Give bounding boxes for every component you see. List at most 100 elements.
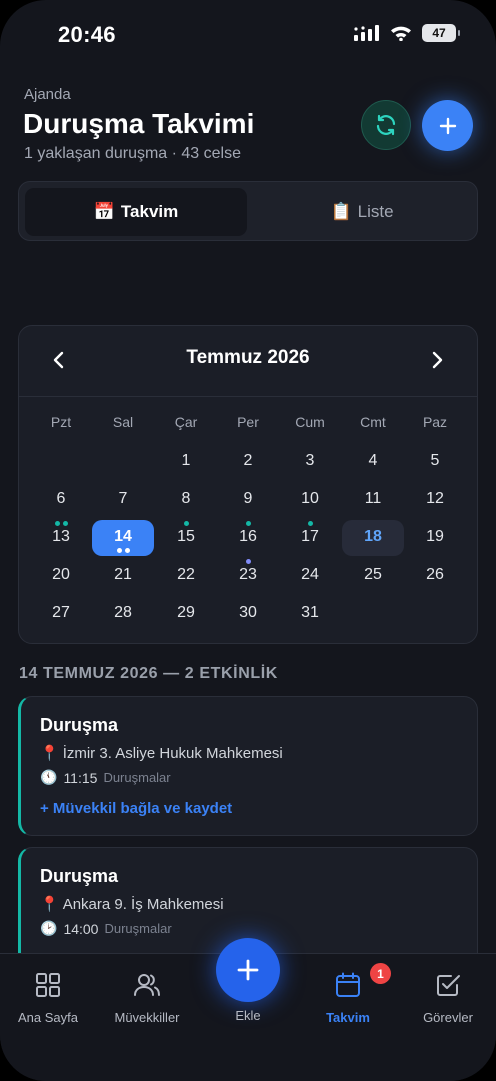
day-number: 16 [239,528,257,545]
calendar-day[interactable]: 12 [404,482,466,518]
calendar-day[interactable]: 17 [279,520,341,556]
weekday-label: Çar [174,414,198,430]
plus-icon [439,117,456,134]
calendar-day[interactable]: 11 [342,482,404,518]
weekday-label: Cmt [360,414,386,430]
weekday-label: Cum [295,414,325,430]
calendar-day-selected[interactable]: 14 [92,520,154,556]
calendar-month-label: Temmuz 2026 [186,347,310,368]
event-time: 🕑 14:00 Duruşmalar [40,920,172,937]
day-number: 11 [364,490,382,507]
wifi-icon [391,26,411,41]
clipboard-emoji-icon: 📋 [330,202,352,221]
add-fab-button[interactable] [216,938,280,1002]
event-location: 📍 İzmir 3. Asliye Hukuk Mahkemesi [40,744,283,763]
calendar-day-today[interactable]: 18 [342,520,404,556]
day-number: 22 [177,566,195,583]
calendar-day[interactable]: 24 [279,558,341,594]
day-number: 8 [181,490,191,507]
calendar-header: Temmuz 2026 [19,326,477,397]
tab-home[interactable]: Ana Sayfa [0,972,96,1025]
tab-list[interactable]: 📋 Liste [251,188,473,236]
calendar-day[interactable]: 23 [217,558,279,594]
tab-tasks[interactable]: Görevler [400,972,496,1025]
calendar-day[interactable]: 1 [155,444,217,480]
day-number: 17 [301,528,319,545]
calendar-day[interactable]: 9 [217,482,279,526]
refresh-button[interactable] [361,100,411,150]
weekday-label: Paz [422,414,448,430]
battery-indicator: 47 [422,24,460,42]
calendar-day[interactable]: 20 [30,558,92,594]
day-number: 14 [114,528,132,545]
tab-clients[interactable]: Müvekkiller [99,972,195,1025]
event-card[interactable]: Duruşma 📍 İzmir 3. Asliye Hukuk Mahkemes… [18,696,478,836]
event-dot [116,548,122,553]
calendar-day[interactable]: 19 [404,520,466,556]
day-number: 21 [114,566,132,583]
calendar-day[interactable]: 6 [30,482,92,526]
calendar-day[interactable]: 25 [342,558,404,594]
day-number: 31 [301,604,319,621]
day-number: 1 [181,452,191,469]
calendar-day[interactable]: 15 [155,520,217,556]
status-bar: 20:46 47 [0,0,496,70]
event-time-text: 14:00 [63,920,99,937]
calendar-day[interactable]: 28 [92,596,154,632]
users-icon [134,974,160,996]
day-number: 12 [426,490,444,507]
refresh-icon [376,114,396,136]
next-month-button[interactable] [419,342,455,378]
calendar-emoji-icon: 📅 [93,202,115,221]
view-switcher: 📅 Takvim 📋 Liste [18,181,478,241]
status-icons: 47 [354,24,460,42]
calendar-day[interactable]: 3 [279,444,341,480]
day-number: 26 [426,566,444,583]
calendar-day[interactable]: 29 [155,596,217,632]
month-calendar: Temmuz 2026 Pzt Sal Çar Per Cum Cmt Paz 1 2 3 4 5 6 7… [18,325,478,644]
pin-icon: 📍 [40,896,59,913]
calendar-day[interactable]: 27 [30,596,92,632]
clock-icon: 🕑 [40,920,58,936]
event-title: Duruşma [40,715,119,735]
calendar-day[interactable]: 7 [92,482,154,526]
tab-home-label: Ana Sayfa [18,1010,78,1025]
tab-tasks-label: Görevler [423,1010,473,1025]
weekday-label: Sal [112,414,134,430]
tab-calendar[interactable]: 📅 Takvim [25,188,247,236]
checkbox-icon [437,975,460,996]
day-number: 25 [364,566,382,583]
tab-list-label: Liste [357,202,394,221]
calendar-day[interactable]: 22 [155,558,217,594]
page-eyebrow: Ajanda [24,86,71,103]
event-category: Duruşmalar [103,770,171,785]
day-number: 4 [368,452,378,469]
link-client-button[interactable]: + Müvekkil bağla ve kaydet [40,800,232,817]
calendar-day[interactable]: 4 [342,444,404,480]
pin-icon: 📍 [40,745,59,762]
tab-calendar-label: Takvim [120,202,179,221]
add-hearing-button[interactable] [422,100,473,151]
day-number: 15 [177,528,195,545]
event-time-text: 11:15 [63,769,98,786]
calendar-day[interactable]: 21 [92,558,154,594]
calendar-day[interactable]: 16 [217,520,279,564]
page-title: Duruşma Takvimi [23,108,255,139]
calendar-day[interactable]: 13 [30,520,92,556]
calendar-day[interactable]: 2 [217,444,279,480]
event-location-text: Ankara 9. İş Mahkemesi [62,895,224,913]
grid-icon [36,973,60,997]
calendar-day[interactable]: 5 [404,444,466,480]
calendar-day[interactable]: 26 [404,558,466,594]
calendar-day[interactable]: 10 [279,482,341,526]
calendar-day[interactable]: 30 [217,596,279,632]
event-dots [92,548,154,553]
event-dot [124,548,130,553]
calendar-day[interactable]: 8 [155,482,217,526]
signal-icon [354,25,379,41]
selected-day-heading: 14 TEMMUZ 2026 — 2 ETKİNLİK [19,665,278,682]
weekday-label: Pzt [50,414,72,430]
notification-badge: 1 [370,963,391,984]
day-number: 10 [301,490,319,507]
calendar-day[interactable]: 31 [279,596,341,632]
